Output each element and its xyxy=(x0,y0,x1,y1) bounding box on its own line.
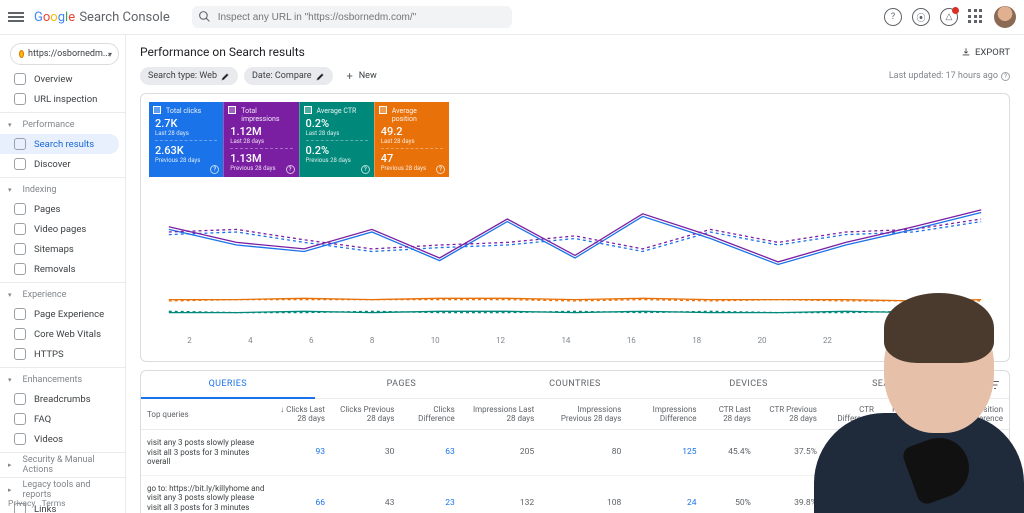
filter-chips: Search type: Web Date: Compare New Last … xyxy=(140,67,1010,85)
col-header[interactable]: ↓ Clicks Last 28 days xyxy=(271,399,331,430)
col-header[interactable]: Clicks Previous 28 days xyxy=(331,399,400,430)
tab-pages[interactable]: PAGES xyxy=(315,371,489,398)
col-header[interactable]: Position Difference xyxy=(945,399,1009,430)
col-header[interactable]: CTR Previous 28 days xyxy=(757,399,823,430)
metric-total-impressions[interactable]: Total impressions 1.12MLast 28 days 1.13… xyxy=(223,102,298,177)
search-input[interactable] xyxy=(192,6,512,28)
chip-add-filter[interactable]: New xyxy=(339,67,385,85)
col-header[interactable]: Position Last 28 days xyxy=(880,399,945,430)
tab-queries[interactable]: QUERIES xyxy=(141,371,315,399)
col-header[interactable]: CTR Difference xyxy=(823,399,880,430)
sidebar-item-search-results[interactable]: Search results xyxy=(0,134,119,154)
sidebar-item-page-experience[interactable]: Page Experience xyxy=(0,304,119,324)
property-selector[interactable]: https://osbornedm... xyxy=(10,43,119,65)
table-row[interactable]: visit any 3 posts slowly please visit al… xyxy=(141,430,1009,476)
filter-icon[interactable] xyxy=(989,379,1001,391)
help-icon[interactable]: ? xyxy=(884,8,902,26)
sidebar-section-security[interactable]: Security & Manual Actions xyxy=(0,456,119,474)
export-button[interactable]: EXPORT xyxy=(961,47,1010,58)
sidebar-item-core-web-vitals[interactable]: Core Web Vitals xyxy=(0,324,119,344)
avatar[interactable] xyxy=(994,6,1016,28)
page-title: Performance on Search results xyxy=(140,45,305,59)
info-icon[interactable]: ? xyxy=(210,165,219,174)
queries-card: QUERIES PAGES COUNTRIES DEVICES SEARCH A… xyxy=(140,370,1010,513)
col-header[interactable]: Top queries xyxy=(141,399,271,430)
sidebar-item-faq[interactable]: FAQ xyxy=(0,409,119,429)
pencil-icon xyxy=(221,72,230,81)
sidebar-section-indexing[interactable]: Indexing xyxy=(0,181,119,199)
apps-icon[interactable] xyxy=(968,9,984,25)
account-group-icon[interactable]: ⦿ xyxy=(912,8,930,26)
pencil-icon xyxy=(316,72,325,81)
tab-devices[interactable]: DEVICES xyxy=(662,371,836,398)
download-icon xyxy=(961,47,971,57)
table-row[interactable]: go to: https://bit.ly/killyhome and visi… xyxy=(141,475,1009,513)
url-inspect-search[interactable] xyxy=(192,6,870,28)
search-icon xyxy=(198,10,211,23)
info-icon[interactable]: ? xyxy=(1001,72,1010,81)
chip-search-type[interactable]: Search type: Web xyxy=(140,67,238,85)
dimension-tabs: QUERIES PAGES COUNTRIES DEVICES SEARCH A… xyxy=(141,371,1009,399)
topbar-actions: ? ⦿ △ xyxy=(884,6,1016,28)
sidebar-item-videos[interactable]: Videos xyxy=(0,429,119,449)
metric-tiles: Total clicks 2.7K Last 28 days 2.63K Pre… xyxy=(149,102,449,177)
chip-date[interactable]: Date: Compare xyxy=(244,67,333,85)
tab-countries[interactable]: COUNTRIES xyxy=(488,371,662,398)
sidebar-item-https[interactable]: HTTPS xyxy=(0,344,119,364)
tab-search-appearance[interactable]: SEARCH APPEARANCE xyxy=(835,371,1009,398)
sidebar-item-removals[interactable]: Removals xyxy=(0,259,119,279)
performance-chart[interactable]: 2468101214161820222426 xyxy=(149,183,1001,353)
col-header[interactable]: Impressions Previous 28 days xyxy=(540,399,627,430)
col-header[interactable]: Impressions Last 28 days xyxy=(461,399,540,430)
sidebar-section-performance[interactable]: Performance xyxy=(0,116,119,134)
sidebar-section-enhancements[interactable]: Enhancements xyxy=(0,371,119,389)
sidebar-item-overview[interactable]: Overview xyxy=(0,69,119,89)
footer-links: Privacy Terms xyxy=(8,499,66,509)
metric-average-position[interactable]: Average position 49.2Last 28 days 47Prev… xyxy=(374,102,449,177)
metric-average-ctr[interactable]: Average CTR 0.2%Last 28 days 0.2%Previou… xyxy=(299,102,374,177)
app-logo[interactable]: Google Search Console xyxy=(34,10,170,25)
checkbox-icon xyxy=(153,106,161,114)
last-updated: Last updated: 17 hours ago ? xyxy=(889,71,1010,81)
sidebar-item-video-pages[interactable]: Video pages xyxy=(0,219,119,239)
col-header[interactable]: Impressions Difference xyxy=(627,399,702,430)
sidebar-section-legacy[interactable]: Legacy tools and reports xyxy=(0,481,119,499)
performance-card: Total clicks 2.7K Last 28 days 2.63K Pre… xyxy=(140,93,1010,362)
sidebar-item-url-inspection[interactable]: URL inspection xyxy=(0,89,119,109)
sidebar-item-breadcrumbs[interactable]: Breadcrumbs xyxy=(0,389,119,409)
queries-table: Top queries↓ Clicks Last 28 daysClicks P… xyxy=(141,399,1009,513)
col-header[interactable]: CTR Last 28 days xyxy=(703,399,757,430)
content: Performance on Search results EXPORT Sea… xyxy=(126,35,1024,513)
sidebar: https://osbornedm... Overview URL inspec… xyxy=(0,35,126,513)
sidebar-section-experience[interactable]: Experience xyxy=(0,286,119,304)
sidebar-item-sitemaps[interactable]: Sitemaps xyxy=(0,239,119,259)
col-header[interactable]: Clicks Difference xyxy=(400,399,460,430)
top-bar: Google Search Console ? ⦿ △ xyxy=(0,0,1024,35)
sidebar-item-pages[interactable]: Pages xyxy=(0,199,119,219)
metric-total-clicks[interactable]: Total clicks 2.7K Last 28 days 2.63K Pre… xyxy=(149,102,223,177)
hamburger-icon[interactable] xyxy=(8,8,26,26)
notifications-icon[interactable]: △ xyxy=(940,8,958,26)
sidebar-item-discover[interactable]: Discover xyxy=(0,154,119,174)
